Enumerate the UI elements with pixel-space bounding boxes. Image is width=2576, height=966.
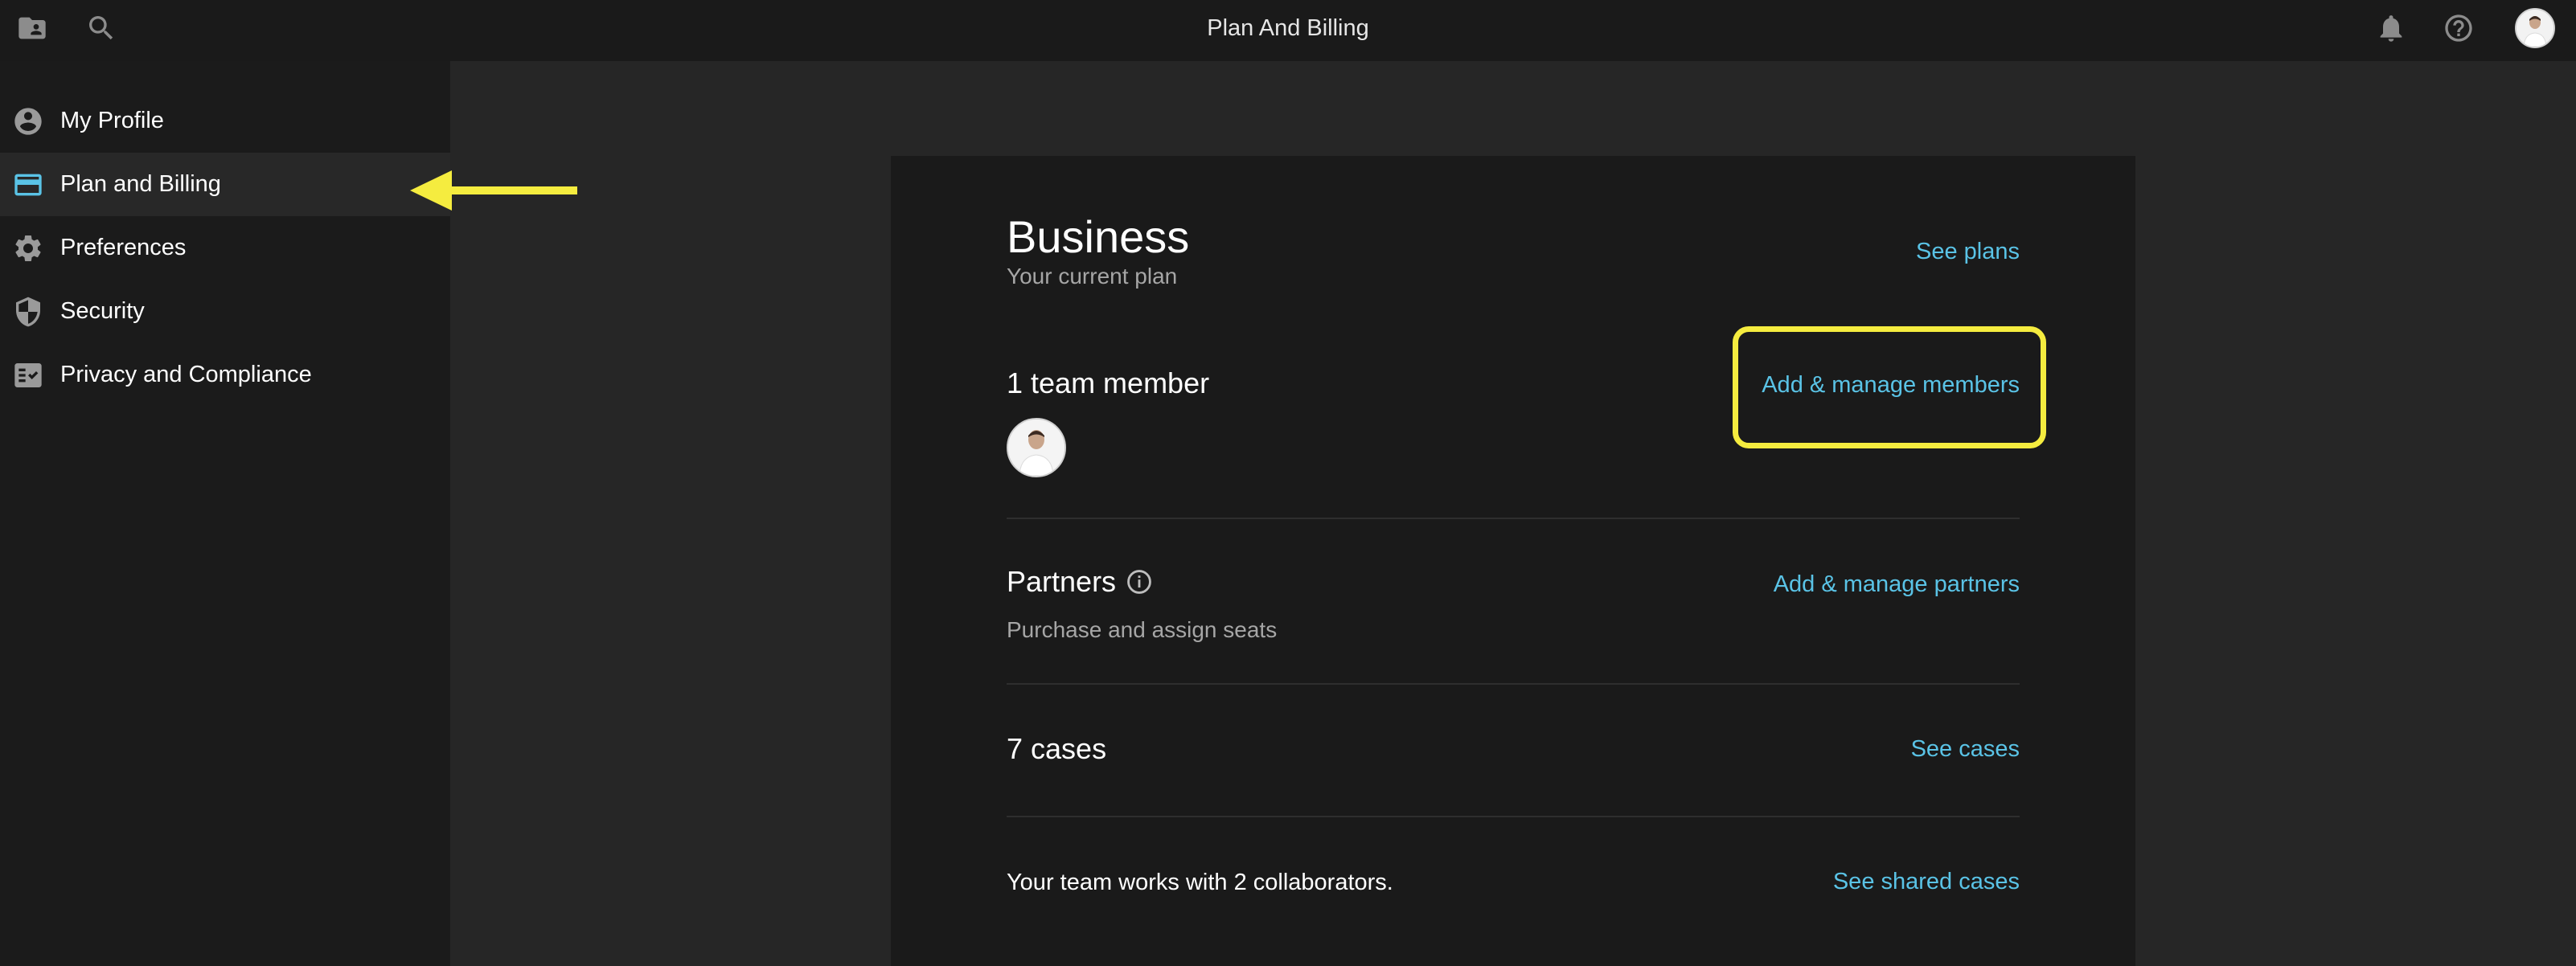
- divider: [1007, 683, 2020, 685]
- plan-subtitle: Your current plan: [1007, 264, 1178, 289]
- partners-title: Partners: [1007, 565, 1117, 598]
- sidebar-item-label: Security: [60, 298, 145, 324]
- see-plans-link[interactable]: See plans: [1916, 237, 2020, 266]
- top-bar: Plan And Billing: [0, 0, 2576, 61]
- divider: [1007, 518, 2020, 519]
- sidebar-item-security[interactable]: Security: [0, 280, 450, 343]
- annotation-arrow-icon: [410, 170, 577, 211]
- sidebar: My Profile Plan and Billing Preferences …: [0, 61, 450, 966]
- collaborators-text: Your team works with 2 collaborators.: [1007, 870, 1393, 895]
- info-icon[interactable]: [1126, 568, 1153, 596]
- divider: [1007, 816, 2020, 817]
- account-circle-icon: [12, 105, 44, 137]
- help-icon[interactable]: [2441, 10, 2476, 46]
- bell-icon[interactable]: [2373, 10, 2409, 46]
- credit-card-icon: [12, 169, 44, 201]
- avatar[interactable]: [2515, 8, 2555, 48]
- sidebar-item-preferences[interactable]: Preferences: [0, 216, 450, 280]
- see-shared-cases-link[interactable]: See shared cases: [1833, 867, 2020, 896]
- avatar: [1007, 418, 1066, 477]
- shield-icon: [12, 296, 44, 328]
- partners-description: Purchase and assign seats: [1007, 617, 1278, 642]
- fact-check-icon: [12, 359, 44, 391]
- sidebar-item-label: Privacy and Compliance: [60, 362, 312, 387]
- sidebar-item-privacy-and-compliance[interactable]: Privacy and Compliance: [0, 343, 450, 407]
- sidebar-item-label: Plan and Billing: [60, 171, 221, 197]
- team-members-title: 1 team member: [1007, 366, 1210, 399]
- sidebar-item-label: My Profile: [60, 108, 164, 133]
- plan-name: Business: [1007, 211, 1190, 262]
- sidebar-item-label: Preferences: [60, 235, 187, 260]
- page-title: Plan And Billing: [1207, 15, 1369, 41]
- cases-title: 7 cases: [1007, 732, 1107, 765]
- add-manage-partners-link[interactable]: Add & manage partners: [1774, 570, 2020, 599]
- sidebar-item-plan-and-billing[interactable]: Plan and Billing: [0, 153, 450, 216]
- add-manage-members-link[interactable]: Add & manage members: [1762, 370, 2020, 399]
- see-cases-link[interactable]: See cases: [1911, 735, 2020, 763]
- gear-icon: [12, 232, 44, 264]
- sidebar-item-my-profile[interactable]: My Profile: [0, 89, 450, 153]
